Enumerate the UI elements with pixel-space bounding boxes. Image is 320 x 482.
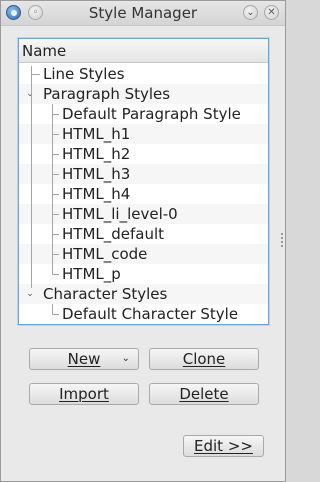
tree-row-label: HTML_p [62, 265, 121, 283]
tree-row[interactable]: HTML_h2 [19, 144, 268, 164]
minimize-icon: ⌄ [246, 6, 255, 18]
new-button-label: New [67, 350, 101, 368]
tree-row-label: Line Styles [43, 65, 125, 83]
import-button[interactable]: Import [29, 383, 139, 405]
tree-row[interactable]: HTML_p [19, 264, 268, 284]
close-button[interactable]: ✕ [264, 5, 279, 20]
tree-row-label: HTML_default [62, 225, 165, 243]
clone-button-label: Clone [182, 350, 226, 368]
tree-row[interactable]: ⌄ Character Styles [19, 284, 268, 304]
new-button[interactable]: New ⌄ [29, 348, 139, 370]
style-manager-window: ◦ Style Manager ⌄ ✕ Name Line Styles ⌄ Par… [0, 0, 286, 482]
tree-row[interactable]: HTML_code [19, 244, 268, 264]
tree-row-label: Default Character Style [62, 305, 239, 323]
delete-button[interactable]: Delete [149, 383, 259, 405]
chevron-down-icon: ⌄ [121, 353, 130, 364]
tree-row-label: Default Paragraph Style [62, 105, 241, 123]
titlebar[interactable]: ◦ Style Manager ⌄ ✕ [1, 1, 285, 26]
tree-row-label: HTML_h2 [62, 145, 131, 163]
tree-row-label: Character Styles [43, 285, 168, 303]
tree-row[interactable]: HTML_default [19, 224, 268, 244]
tree-row[interactable]: HTML_h1 [19, 124, 268, 144]
edit-toggle-button[interactable]: Edit >> [183, 435, 264, 457]
tree-row[interactable]: HTML_li_level-0 [19, 204, 268, 224]
resize-grip[interactable] [281, 233, 283, 247]
clone-button[interactable]: Clone [149, 348, 259, 370]
expand-chevron-icon[interactable]: ⌄ [25, 89, 35, 99]
tree-row-label: HTML_h1 [62, 125, 131, 143]
tree-row[interactable]: Line Styles [19, 64, 268, 84]
tree-row-label: HTML_code [62, 245, 148, 263]
tree-row[interactable]: HTML_h3 [19, 164, 268, 184]
expand-chevron-icon[interactable]: ⌄ [25, 289, 35, 299]
column-header-name[interactable]: Name [19, 39, 268, 63]
delete-button-label: Delete [179, 385, 229, 403]
tree-row-label: HTML_h4 [62, 185, 131, 203]
tree-row[interactable]: Default Paragraph Style [19, 104, 268, 124]
edit-button-label: Edit >> [194, 437, 253, 455]
minimize-button[interactable]: ⌄ [243, 5, 258, 20]
tree-row-label: HTML_h3 [62, 165, 131, 183]
tree-row[interactable]: ⌄ Paragraph Styles [19, 84, 268, 104]
tree-row[interactable]: Default Character Style [19, 304, 268, 324]
tree-row-label: Paragraph Styles [43, 85, 171, 103]
close-icon: ✕ [267, 6, 276, 18]
tree-row[interactable]: HTML_h4 [19, 184, 268, 204]
import-button-label: Import [59, 385, 109, 403]
tree-row-label: HTML_li_level-0 [62, 205, 178, 223]
styles-tree[interactable]: Name Line Styles ⌄ Paragraph Styles Default… [18, 38, 269, 325]
